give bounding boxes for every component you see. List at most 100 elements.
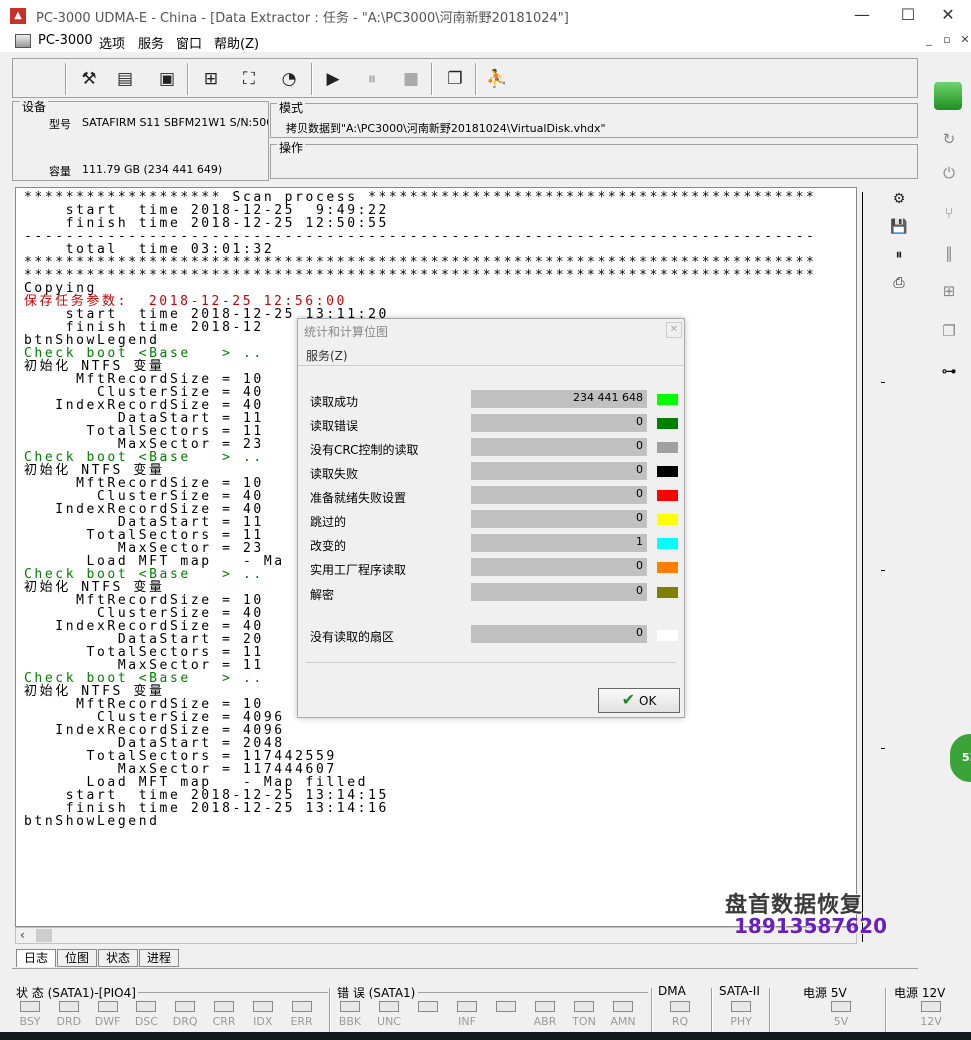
power12-group-title: 电源 12V [894, 986, 946, 1000]
stat-color-swatch [657, 466, 678, 477]
database-icon[interactable] [934, 82, 962, 110]
ok-button[interactable]: ✔ OK [598, 688, 680, 713]
stat-color-swatch [657, 442, 678, 453]
status-led [613, 1001, 633, 1012]
mdi-minimize-button[interactable]: _ [922, 33, 936, 47]
close-button[interactable]: ✕ [925, 0, 971, 30]
tab-process[interactable]: 进程 [139, 949, 179, 967]
scroll-left-icon[interactable]: ‹ [20, 928, 25, 943]
status-led [831, 1001, 851, 1012]
play-icon[interactable]: ▶ [319, 65, 347, 93]
menu-service[interactable]: 服务 [138, 33, 164, 52]
mode-title: 模式 [277, 99, 306, 116]
dialog-close-icon[interactable]: ✕ [666, 322, 682, 338]
menu-window[interactable]: 窗口 [176, 33, 202, 52]
stat-color-swatch [657, 514, 678, 525]
save-icon[interactable]: 💾 [888, 216, 910, 238]
mdi-restore-button[interactable]: ▫ [940, 33, 954, 47]
power5-group-title: 电源 5V [803, 986, 847, 1000]
dialog-body: 读取成功 234 441 648 读取错误 0 没有CRC控制的读取 0 读取失败 0 准备就绪… [298, 365, 684, 671]
title-bar: ▲ PC-3000 UDMA-E - China - [Data Extract… [0, 0, 971, 30]
pause-icon[interactable]: ⏸ [888, 244, 910, 266]
branch-icon[interactable]: ⑂ [934, 200, 964, 226]
copy-window-icon[interactable]: ❐ [441, 65, 469, 93]
status-led [20, 1001, 40, 1012]
stat-bar: 1 [471, 534, 647, 552]
walk-icon[interactable]: ⛹ [483, 65, 511, 93]
tape-icon[interactable]: ▤ [111, 65, 139, 93]
stat-label: 改变的 [310, 539, 347, 553]
mdi-close-button[interactable]: ✕ [958, 33, 971, 47]
binoculars-icon[interactable]: ⛶ [235, 65, 263, 93]
mode-value: 拷贝数据到"A:\PC3000\河南新野20181024\VirtualDisk… [286, 122, 606, 135]
minimize-button[interactable]: — [839, 0, 885, 30]
status-led-label: DSC [134, 1015, 158, 1028]
copy-icon[interactable]: ❐ [934, 318, 964, 344]
stat-bar: 0 [471, 583, 647, 601]
tools-icon[interactable]: ⚒ [75, 65, 103, 93]
dialog-separator [306, 662, 676, 663]
sata-group-title: SATA-II [719, 984, 760, 998]
status-led-label: ERR [290, 1015, 313, 1028]
menu-pc3000[interactable]: PC-3000 [38, 33, 93, 48]
tab-status[interactable]: 状态 [98, 949, 138, 967]
status-led-label: BSY [19, 1015, 41, 1028]
scroll-thumb[interactable] [36, 929, 52, 942]
menu-options[interactable]: 选项 [99, 33, 125, 52]
stat-value: 234 441 648 [573, 391, 643, 404]
model-value: SATAFIRM S11 SBFM21W1 S/N:500 [82, 116, 268, 129]
dialog-menu-service[interactable]: 服务(Z) [306, 347, 348, 364]
log-line: ****************************************… [24, 268, 817, 283]
operation-panel [270, 144, 918, 179]
stat-bar: 234 441 648 [471, 390, 647, 408]
group-separator [651, 988, 653, 1032]
tree-icon[interactable]: ⊞ [934, 278, 964, 304]
stat-color-swatch [657, 418, 678, 429]
app-menu-icon[interactable] [15, 34, 31, 48]
status-led [97, 1001, 118, 1012]
save-as-icon[interactable]: ⎙ [888, 272, 910, 294]
percent-icon[interactable]: ▣ [153, 65, 181, 93]
tab-bitmap[interactable]: 位图 [57, 949, 97, 967]
tree-icon[interactable]: ⊞ [197, 65, 225, 93]
connector-icon[interactable]: ⊶ [934, 358, 964, 384]
toolbar-separator [187, 63, 189, 95]
power-icon[interactable]: ⏻ [934, 160, 964, 186]
settings-doc-icon[interactable]: ⚙ [888, 188, 910, 210]
status-led [731, 1001, 751, 1012]
taskbar [0, 1032, 971, 1040]
status-led-label: TON [572, 1015, 596, 1028]
window-title: PC-3000 UDMA-E - China - [Data Extractor… [36, 11, 569, 26]
status-led-label: IDX [253, 1015, 273, 1028]
pause-icon[interactable]: ⏸ [358, 65, 386, 93]
disk-map-icon[interactable]: ◔ [275, 65, 303, 93]
stat-value: 0 [636, 559, 643, 572]
tab-log[interactable]: 日志 [16, 949, 56, 967]
ok-label: OK [639, 694, 657, 708]
unread-color-swatch [657, 630, 678, 641]
stat-label: 读取成功 [310, 395, 359, 409]
stat-bar: 0 [471, 486, 647, 504]
status-led [921, 1001, 941, 1012]
group-line [138, 992, 328, 993]
stat-label: 跳过的 [310, 515, 347, 529]
status-led [214, 1001, 234, 1012]
stop-icon[interactable]: ■ [397, 65, 425, 93]
stat-label: 读取错误 [310, 419, 359, 433]
stat-label: 没有CRC控制的读取 [310, 443, 419, 457]
stat-color-swatch [657, 394, 678, 405]
pc3000-logo-icon: ▲ [10, 8, 26, 24]
toolbar-separator [475, 63, 477, 95]
status-led-label: BBK [338, 1015, 362, 1028]
status-led [574, 1001, 594, 1012]
statistics-dialog: 统计和计算位图 ✕ 服务(Z) 读取成功 234 441 648 读取错误 0 没有CR… [297, 318, 685, 718]
side-panel: ↻ ⏻ ⑂ ‖ ⊞ ❐ ⊶ [928, 82, 971, 802]
pause-icon[interactable]: ‖ [934, 240, 964, 266]
menu-help[interactable]: 帮助(Z) [214, 33, 259, 52]
reset-icon[interactable]: ↻ [934, 126, 964, 152]
dialog-title: 统计和计算位图 [304, 325, 389, 339]
group-separator [885, 988, 887, 1032]
horizontal-scrollbar[interactable]: ‹ [15, 927, 857, 944]
status-led [670, 1001, 690, 1012]
log-line: btnShowLegend [24, 814, 160, 829]
